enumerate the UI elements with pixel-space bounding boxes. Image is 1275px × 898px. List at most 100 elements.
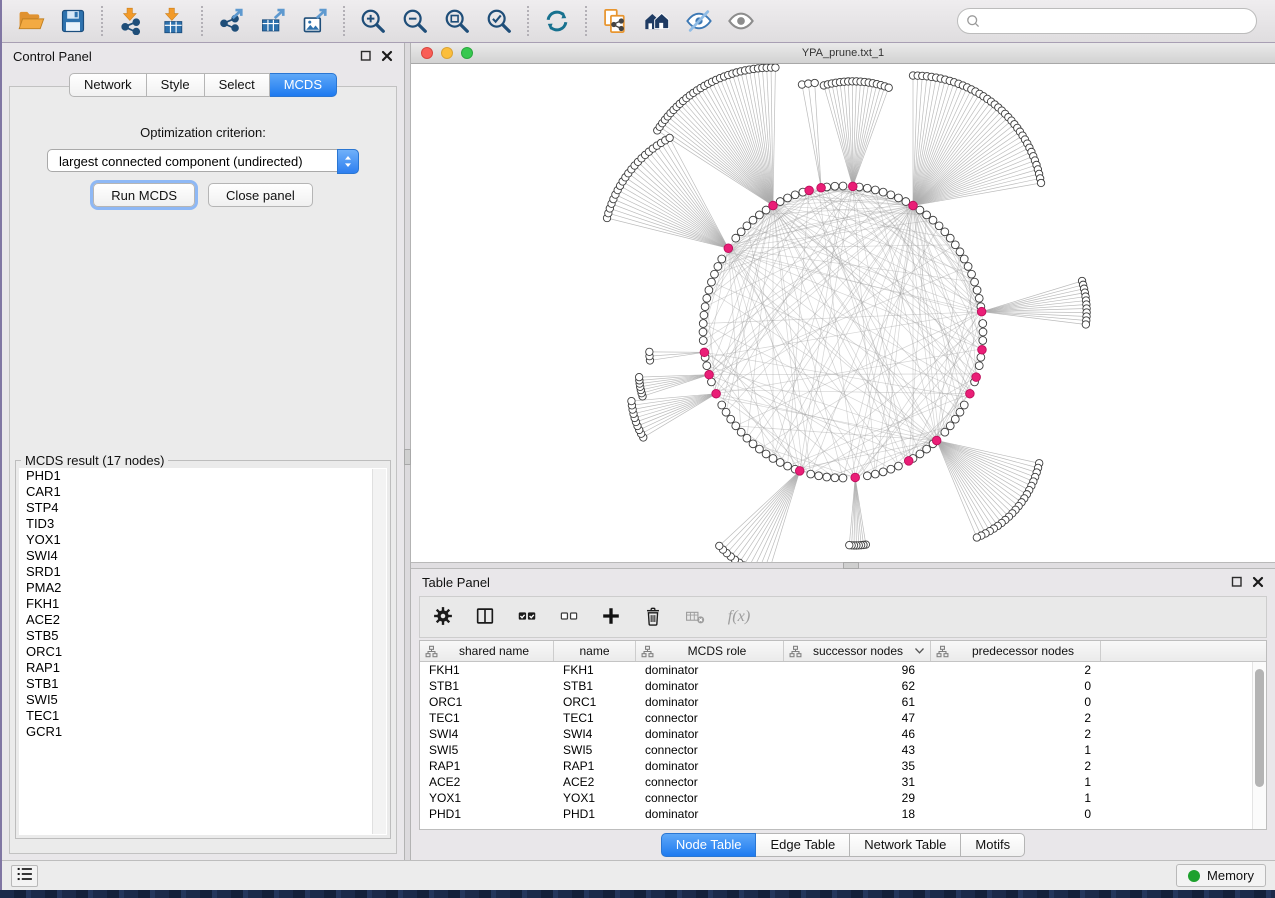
zoom-fit-button[interactable] [441, 5, 473, 37]
mcds-result-item[interactable]: ORC1 [19, 644, 387, 660]
float-panel-icon[interactable] [360, 50, 372, 62]
export-network-button[interactable] [215, 5, 247, 37]
table-cell: 29 [784, 790, 931, 806]
zoom-in-button[interactable] [357, 5, 389, 37]
dominator-node [700, 348, 709, 357]
svg-text:f(x): f(x) [728, 606, 751, 624]
vertical-splitter[interactable] [404, 43, 411, 860]
mcds-result-item[interactable]: STB1 [19, 676, 387, 692]
table-row[interactable]: TEC1TEC1connector472 [420, 710, 1266, 726]
mcds-result-item[interactable]: ACE2 [19, 612, 387, 628]
tab-edge-table[interactable]: Edge Table [756, 833, 850, 857]
export-image-button[interactable] [299, 5, 331, 37]
table-row[interactable]: SWI4SWI4dominator462 [420, 726, 1266, 742]
search-box[interactable] [957, 8, 1257, 34]
network-titlebar[interactable]: YPA_prune.txt_1 [411, 43, 1275, 64]
splitter-grip[interactable] [404, 449, 411, 465]
mcds-result-item[interactable]: TEC1 [19, 708, 387, 724]
close-panel-icon[interactable] [1252, 576, 1264, 588]
function-icon: f(x) [726, 603, 752, 632]
table-row[interactable]: SWI5SWI5connector431 [420, 742, 1266, 758]
mcds-result-item[interactable]: YOX1 [19, 532, 387, 548]
table-scrollbar[interactable] [1252, 662, 1266, 829]
table-row[interactable]: PHD1PHD1dominator180 [420, 806, 1266, 822]
show-eye-icon [727, 7, 755, 35]
zoom-window-icon[interactable] [461, 47, 473, 59]
tab-mcds[interactable]: MCDS [270, 73, 337, 97]
duplicate-network-icon [601, 7, 629, 35]
float-panel-icon[interactable] [1231, 576, 1243, 588]
network-graph[interactable] [411, 64, 1275, 563]
column-header-successor-nodes[interactable]: successor nodes [784, 641, 931, 661]
control-panel-title: Control Panel [13, 49, 92, 64]
home-networks-button[interactable] [641, 5, 673, 37]
split-table-button[interactable] [472, 603, 498, 632]
mcds-result-item[interactable]: FKH1 [19, 596, 387, 612]
panel-list-button[interactable] [11, 865, 38, 887]
dominator-node [932, 436, 941, 445]
deselect-all-button[interactable] [556, 603, 582, 632]
import-network-button[interactable] [115, 5, 147, 37]
import-table-button[interactable] [157, 5, 189, 37]
close-panel-icon[interactable] [381, 50, 393, 62]
mcds-result-item[interactable]: PHD1 [19, 468, 387, 484]
tab-style[interactable]: Style [147, 73, 205, 97]
table-row[interactable]: FKH1FKH1dominator962 [420, 662, 1266, 678]
delete-column-button[interactable] [640, 603, 666, 632]
tab-network-table[interactable]: Network Table [850, 833, 961, 857]
criterion-dropdown[interactable]: largest connected component (undirected) [47, 149, 359, 172]
zoom-selected-button[interactable] [483, 5, 515, 37]
mcds-result-item[interactable]: GCR1 [19, 724, 387, 740]
tab-select[interactable]: Select [205, 73, 270, 97]
mcds-result-item[interactable]: CAR1 [19, 484, 387, 500]
close-window-icon[interactable] [421, 47, 433, 59]
mcds-result-item[interactable]: SWI5 [19, 692, 387, 708]
table-row[interactable]: ACE2ACE2connector311 [420, 774, 1266, 790]
shared-column-icon [936, 645, 949, 658]
table-cell: connector [636, 790, 784, 806]
mcds-result-item[interactable]: TID3 [19, 516, 387, 532]
mcds-result-item[interactable]: PMA2 [19, 580, 387, 596]
horizontal-splitter[interactable] [411, 562, 1275, 569]
select-all-button[interactable] [514, 603, 540, 632]
hide-eye-button[interactable] [683, 5, 715, 37]
scrollbar-thumb[interactable] [1255, 669, 1264, 787]
table-row[interactable]: RAP1RAP1dominator352 [420, 758, 1266, 774]
settings-gear-button[interactable] [430, 603, 456, 632]
column-header-predecessor-nodes[interactable]: predecessor nodes [931, 641, 1101, 661]
network-canvas[interactable] [411, 64, 1275, 562]
mcds-list-scrollbar[interactable] [372, 469, 386, 834]
mcds-result-item[interactable]: SWI4 [19, 548, 387, 564]
tab-motifs[interactable]: Motifs [961, 833, 1025, 857]
mcds-result-list[interactable]: PHD1CAR1STP4TID3YOX1SWI4SRD1PMA2FKH1ACE2… [19, 468, 387, 835]
mcds-result-item[interactable]: SRD1 [19, 564, 387, 580]
mcds-result-item[interactable]: RAP1 [19, 660, 387, 676]
tab-network[interactable]: Network [69, 73, 147, 97]
duplicate-network-button[interactable] [599, 5, 631, 37]
table-row[interactable]: ORC1ORC1dominator610 [420, 694, 1266, 710]
column-header-MCDS-role[interactable]: MCDS role [636, 641, 784, 661]
mcds-result-item[interactable]: STP4 [19, 500, 387, 516]
zoom-out-button[interactable] [399, 5, 431, 37]
run-mcds-button[interactable]: Run MCDS [93, 183, 195, 207]
close-panel-button[interactable]: Close panel [208, 183, 313, 207]
save-button[interactable] [57, 5, 89, 37]
mcds-result-item[interactable]: STB5 [19, 628, 387, 644]
memory-button[interactable]: Memory [1176, 864, 1266, 887]
table-cell: 2 [931, 662, 1101, 678]
table-row[interactable]: YOX1YOX1connector291 [420, 790, 1266, 806]
minimize-window-icon[interactable] [441, 47, 453, 59]
table-cell: 0 [931, 694, 1101, 710]
hide-eye-icon [685, 7, 713, 35]
show-eye-button[interactable] [725, 5, 757, 37]
column-header-name[interactable]: name [554, 641, 636, 661]
column-header-shared-name[interactable]: shared name [420, 641, 554, 661]
table-row[interactable]: STB1STB1dominator620 [420, 678, 1266, 694]
add-column-button[interactable] [598, 603, 624, 632]
tab-node-table[interactable]: Node Table [661, 833, 757, 857]
open-file-button[interactable] [15, 5, 47, 37]
search-input[interactable] [986, 13, 1248, 30]
splitter-grip[interactable] [843, 562, 859, 569]
refresh-button[interactable] [541, 5, 573, 37]
export-table-button[interactable] [257, 5, 289, 37]
